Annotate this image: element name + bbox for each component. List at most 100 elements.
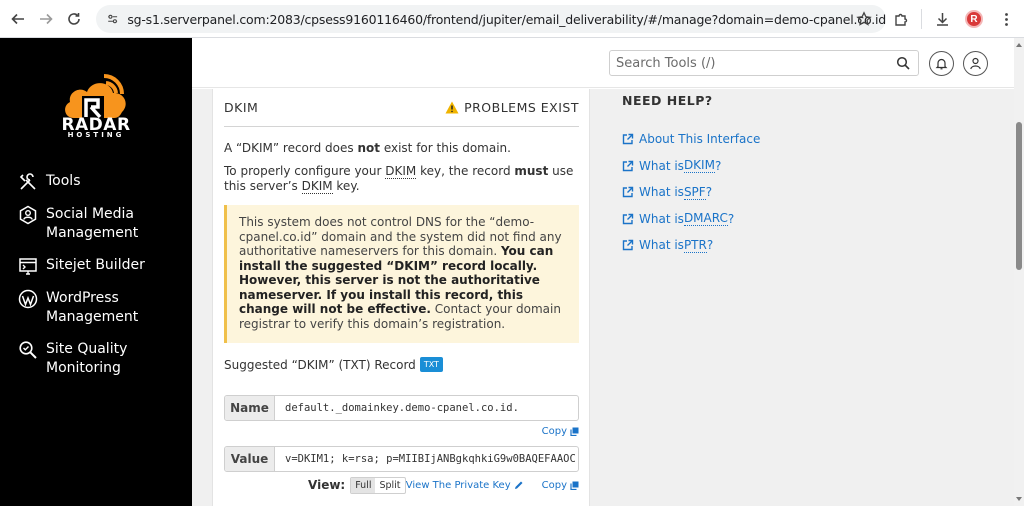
help-link-text: What is bbox=[639, 185, 684, 200]
view-label: View: bbox=[308, 478, 346, 492]
external-link-icon bbox=[622, 213, 634, 224]
sidebar-item-label: Social Media Management bbox=[46, 206, 139, 241]
social-media-icon bbox=[19, 205, 37, 225]
help-link-text: What is bbox=[639, 158, 684, 173]
help-link-text: What is bbox=[639, 211, 684, 226]
text-segment: key, the record bbox=[416, 164, 515, 178]
copy-icon bbox=[570, 427, 579, 436]
name-value[interactable]: default._domainkey.demo-cpanel.co.id. bbox=[275, 396, 578, 420]
sitejet-icon bbox=[19, 258, 37, 275]
help-link-abbr: PTR bbox=[683, 237, 707, 253]
sidebar-item-label: Site Quality Monitoring bbox=[46, 341, 128, 376]
help-section: NEED HELP? About This Interface What is … bbox=[622, 89, 922, 259]
main-content: DKIM PROBLEMS EXIST A “DKIM” record does… bbox=[192, 89, 1014, 506]
view-segmented-control: Full Split bbox=[350, 476, 406, 494]
dkim-config-message: To properly configure your DKIM key, the… bbox=[224, 164, 579, 194]
text-segment: To properly configure your bbox=[224, 164, 386, 178]
help-link-dkim[interactable]: What is DKIM? bbox=[622, 153, 922, 180]
sidebar-item-tools[interactable]: Tools bbox=[18, 172, 188, 192]
profile-button[interactable]: R bbox=[958, 3, 990, 35]
suggested-record-label: Suggested “DKIM” (TXT) Record bbox=[224, 357, 416, 372]
help-link-text: ? bbox=[727, 211, 735, 226]
dkim-abbr: DKIM bbox=[301, 179, 333, 194]
view-toggle-group: View: Full Split bbox=[308, 476, 406, 494]
sidebar-item-label: WordPress Management bbox=[46, 290, 139, 325]
profile-avatar: R bbox=[965, 10, 983, 28]
bookmark-star-icon[interactable] bbox=[856, 11, 872, 27]
site-quality-icon bbox=[19, 341, 37, 359]
external-link-icon bbox=[622, 160, 634, 171]
scroll-up-icon[interactable] bbox=[1016, 42, 1022, 48]
dkim-title: DKIM bbox=[224, 100, 259, 115]
external-link-icon bbox=[622, 187, 634, 198]
page-scrollbar[interactable] bbox=[1014, 38, 1024, 506]
view-split-button[interactable]: Split bbox=[375, 478, 404, 493]
user-menu-button[interactable] bbox=[963, 51, 988, 76]
dkim-panel-header: DKIM PROBLEMS EXIST bbox=[224, 89, 579, 127]
help-link-text: ? bbox=[705, 185, 713, 200]
help-link-about[interactable]: About This Interface bbox=[622, 126, 922, 153]
emphasis-text: must bbox=[514, 164, 549, 178]
help-link-text: ? bbox=[706, 238, 714, 253]
copy-value-button[interactable]: Copy bbox=[542, 480, 579, 491]
view-full-button[interactable]: Full bbox=[351, 477, 376, 493]
view-private-key-link[interactable]: View The Private Key bbox=[406, 480, 524, 491]
copy-label: Copy bbox=[541, 479, 567, 491]
copy-name-row: Copy bbox=[224, 421, 579, 441]
arrow-left-icon bbox=[11, 13, 24, 24]
view-options-row: View: Full Split View The Private Key Co… bbox=[224, 474, 579, 496]
help-link-text: What is bbox=[639, 238, 684, 253]
record-name-field: Name default._domainkey.demo-cpanel.co.i… bbox=[224, 395, 579, 421]
text-segment: exist for this domain. bbox=[380, 141, 511, 155]
help-links: About This Interface What is DKIM? What … bbox=[622, 126, 922, 259]
downloads-button[interactable] bbox=[926, 3, 958, 35]
arrow-right-icon bbox=[40, 13, 53, 24]
puzzle-icon bbox=[894, 13, 907, 26]
copy-label: Copy bbox=[541, 425, 567, 437]
search-tools-box[interactable] bbox=[609, 50, 919, 76]
forward-button[interactable] bbox=[32, 5, 60, 33]
help-link-spf[interactable]: What is SPF? bbox=[622, 179, 922, 206]
value-value[interactable]: v=DKIM1; k=rsa; p=MIIBIjANBgkqhkiG9w0BAQ… bbox=[275, 447, 578, 471]
dkim-abbr: DKIM bbox=[385, 164, 417, 179]
address-bar[interactable]: sg-s1.serverpanel.com:2083/cpsess9160116… bbox=[96, 5, 886, 33]
dkim-panel: DKIM PROBLEMS EXIST A “DKIM” record does… bbox=[212, 89, 590, 506]
search-tools-input[interactable] bbox=[616, 55, 886, 71]
back-button[interactable] bbox=[4, 5, 32, 33]
copy-name-button[interactable]: Copy bbox=[542, 426, 579, 437]
url-text[interactable]: sg-s1.serverpanel.com:2083/cpsess9160116… bbox=[127, 12, 886, 27]
download-icon bbox=[936, 12, 948, 26]
help-link-abbr: SPF bbox=[683, 184, 706, 200]
help-link-abbr: DMARC bbox=[683, 211, 728, 227]
reload-icon bbox=[68, 12, 80, 25]
top-header bbox=[192, 38, 1014, 88]
dkim-missing-message: A “DKIM” record does not exist for this … bbox=[224, 141, 579, 156]
emphasis-text: not bbox=[357, 141, 380, 155]
site-settings-icon[interactable] bbox=[106, 10, 119, 28]
text-segment: A “DKIM” record does bbox=[224, 141, 358, 155]
pencil-icon bbox=[514, 481, 523, 489]
status-text: PROBLEMS EXIST bbox=[464, 100, 579, 115]
scroll-down-icon[interactable] bbox=[1016, 496, 1022, 502]
kebab-menu-icon bbox=[1004, 12, 1008, 26]
reload-button[interactable] bbox=[60, 5, 88, 33]
search-icon[interactable] bbox=[896, 56, 910, 70]
copy-icon bbox=[570, 481, 579, 490]
sidebar-item-wordpress[interactable]: WordPress Management bbox=[18, 289, 188, 327]
bell-icon bbox=[935, 58, 948, 70]
toolbar-divider bbox=[921, 9, 922, 29]
sidebar-item-label: Tools bbox=[46, 173, 81, 189]
sidebar-item-social-media[interactable]: Social Media Management bbox=[18, 205, 188, 243]
browser-menu-button[interactable] bbox=[990, 3, 1022, 35]
notifications-button[interactable] bbox=[929, 51, 954, 76]
extensions-button[interactable] bbox=[885, 3, 917, 35]
sidebar-nav: Tools Social Media Management Sitejet Bu… bbox=[18, 172, 188, 391]
help-link-ptr[interactable]: What is PTR? bbox=[622, 232, 922, 259]
status-badge: PROBLEMS EXIST bbox=[445, 100, 579, 115]
browser-toolbar: sg-s1.serverpanel.com:2083/cpsess9160116… bbox=[0, 0, 1024, 38]
sidebar: RADAR HOSTING Tools Social Media Managem… bbox=[0, 38, 192, 506]
sidebar-item-sitejet[interactable]: Sitejet Builder bbox=[18, 256, 188, 276]
scrollbar-thumb[interactable] bbox=[1016, 122, 1022, 270]
sidebar-item-site-quality[interactable]: Site Quality Monitoring bbox=[18, 340, 188, 378]
help-link-dmarc[interactable]: What is DMARC? bbox=[622, 206, 922, 233]
